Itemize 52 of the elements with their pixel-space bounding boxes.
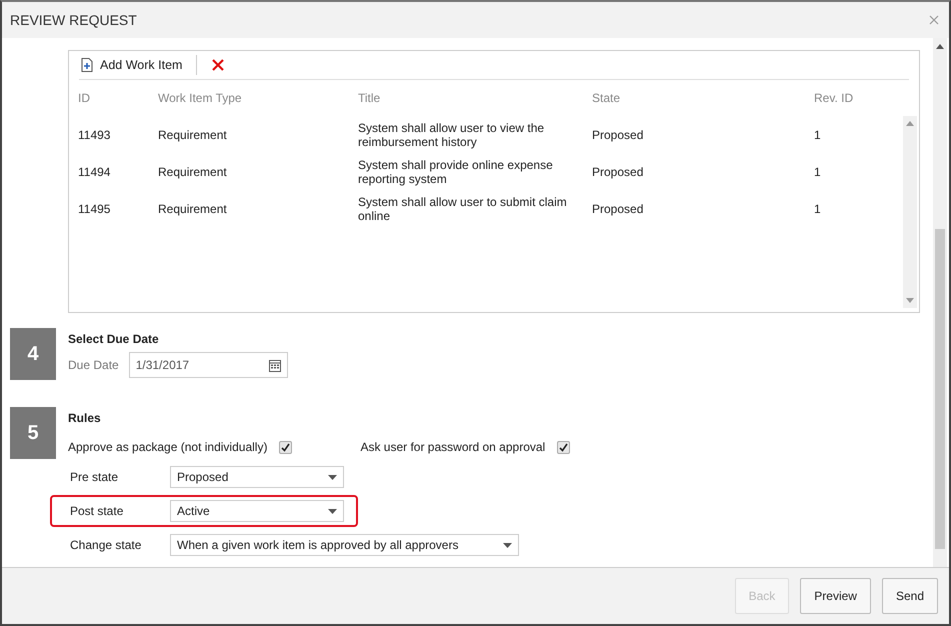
field-label: Change state [70,538,142,552]
scrollbar[interactable] [933,38,947,567]
section-title: Rules [68,411,102,425]
table-cell-text: Proposed [592,128,644,142]
checkbox[interactable] [279,440,292,454]
checkbox[interactable] [557,440,570,454]
window-title: REVIEW REQUEST [10,12,137,28]
add-document-icon [81,58,93,72]
dropdown[interactable]: Proposed [170,466,344,488]
section-title: Select Due Date [68,332,160,346]
scroll-down-icon[interactable] [906,298,914,303]
table-cell-text: 11493 [78,128,112,142]
field-label: Due Date [68,358,119,372]
caret-icon [328,508,337,514]
checkbox-label: Ask user for password on approval [360,440,546,454]
column-header: ID [78,91,91,105]
table-cell-text: 1 [814,128,822,142]
table-cell: System shall allow user to submit claim online [358,194,568,222]
date-field[interactable]: 1/31/2017 [128,352,288,378]
scrollbar[interactable] [903,116,917,308]
column-header: Work Item Type [158,91,243,105]
delete-icon[interactable] [211,58,226,72]
table-cell-text: System shall provide online expense reporting system [358,158,554,186]
step-number: 5 [10,407,56,459]
scroll-up-icon[interactable] [936,44,944,49]
column-header: State [592,91,622,105]
column-header: Rev. ID [814,91,854,105]
table-cell-text: Proposed [592,202,644,216]
column-header: Title [358,91,382,105]
table-cell-text: 1 [814,164,822,178]
table-cell-text: Proposed [592,164,644,178]
table-cell-text: 11495 [78,202,112,216]
add-work-item-button[interactable]: Add Work Item [79,58,182,72]
dropdown[interactable]: Active [170,500,344,522]
caret-icon [328,474,337,480]
dialog-button[interactable]: Send [882,578,938,614]
table-cell-text: Requirement [158,202,228,216]
caret-icon [503,542,512,548]
table-cell-text: 1 [814,202,822,216]
dialog-button[interactable]: Preview [800,578,871,614]
checkbox-label: Approve as package (not individually) [68,440,268,454]
field-label: Post state [70,504,124,518]
step-number: 4 [10,328,56,380]
calendar-icon[interactable] [268,358,281,372]
table-cell-text: Requirement [158,128,228,142]
scroll-thumb[interactable] [935,229,945,549]
dropdown[interactable]: When a given work item is approved by all approvers [170,534,519,556]
table-cell-text: Requirement [158,164,228,178]
close-icon[interactable] [929,15,939,25]
table-cell-text: 11494 [78,164,112,178]
field-label: Pre state [70,470,120,484]
table-cell-text: System shall allow user to view the reimbursement history [358,120,546,148]
